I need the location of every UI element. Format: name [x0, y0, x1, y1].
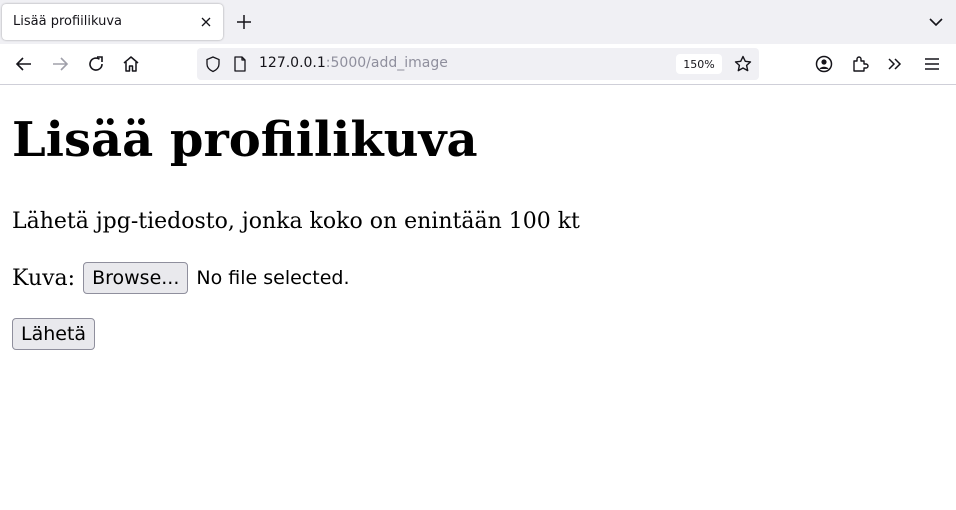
shield-icon[interactable] — [201, 52, 225, 76]
navigation-bar: 127.0.0.1:5000/add_image 150% — [0, 44, 956, 85]
browser-tab[interactable]: Lisää profiilikuva — [2, 4, 223, 40]
page-title: Lisää profiilikuva — [12, 112, 478, 168]
url-host: 127.0.0.1 — [259, 55, 326, 71]
page-content: Lisää profiilikuva Lähetä jpg-tiedosto, … — [0, 86, 956, 510]
file-label: Kuva: — [12, 265, 76, 291]
url-bar[interactable]: 127.0.0.1:5000/add_image 150% — [197, 48, 759, 80]
url-path: :5000/add_image — [325, 55, 448, 71]
reload-icon[interactable] — [84, 52, 108, 76]
forward-icon[interactable] — [48, 52, 72, 76]
tab-title: Lisää profiilikuva — [13, 14, 123, 29]
menu-icon[interactable] — [920, 52, 944, 76]
browse-button[interactable]: Browse... — [83, 262, 189, 294]
url-text[interactable]: 127.0.0.1:5000/add_image — [259, 55, 448, 71]
chevron-down-icon[interactable] — [924, 10, 948, 34]
home-icon[interactable] — [119, 52, 143, 76]
file-input-row: Kuva: Browse... No file selected. — [12, 261, 350, 295]
bookmark-star-icon[interactable] — [731, 52, 755, 76]
overflow-icon[interactable] — [883, 52, 907, 76]
submit-button[interactable]: Lähetä — [12, 318, 96, 350]
account-icon[interactable] — [812, 52, 836, 76]
page-icon[interactable] — [228, 52, 252, 76]
file-status: No file selected. — [196, 267, 350, 289]
close-icon[interactable] — [197, 13, 215, 31]
upload-instructions: Lähetä jpg-tiedosto, jonka koko on enint… — [12, 209, 580, 234]
zoom-level[interactable]: 150% — [676, 54, 722, 74]
plus-icon[interactable] — [232, 10, 256, 34]
extensions-icon[interactable] — [848, 52, 872, 76]
back-icon[interactable] — [12, 52, 36, 76]
tab-strip: Lisää profiilikuva — [0, 0, 956, 44]
